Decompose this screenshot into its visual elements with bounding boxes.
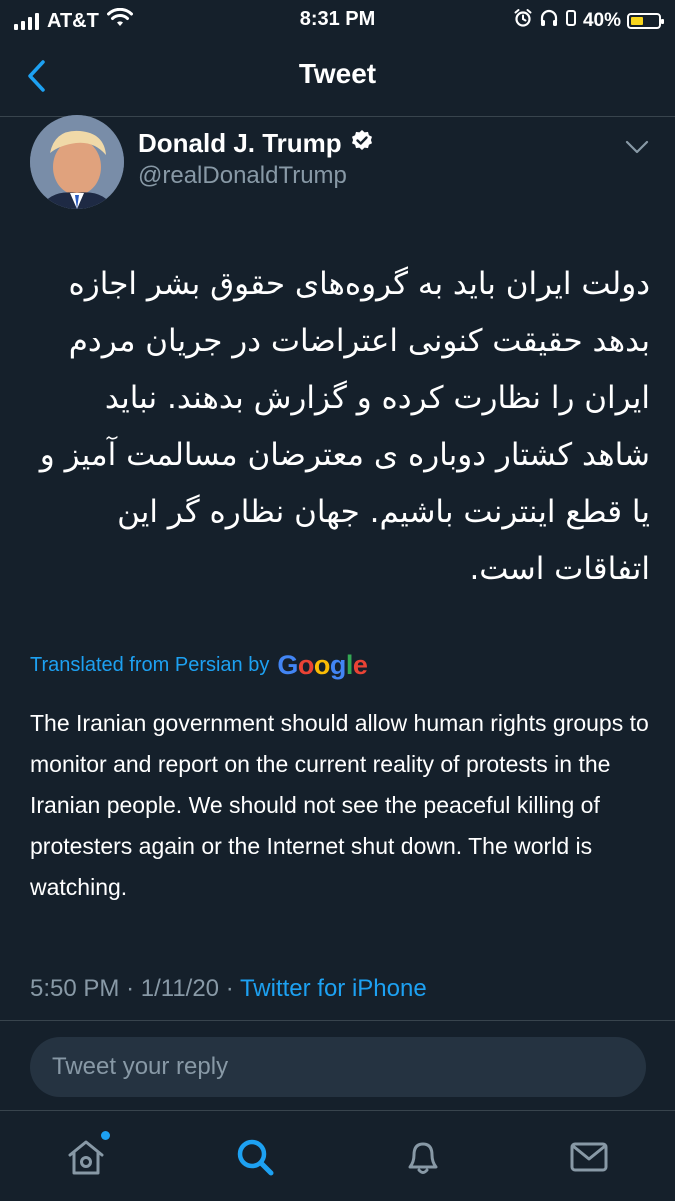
tweet-date: 1/11/20 — [140, 975, 220, 1002]
meta-separator: · — [126, 975, 135, 1002]
tab-search[interactable] — [233, 1135, 277, 1179]
tweet-source-link[interactable]: Twitter for iPhone — [240, 975, 427, 1002]
avatar[interactable] — [30, 115, 124, 209]
search-icon — [237, 1139, 274, 1176]
translated-label: Translated from Persian by — [30, 654, 270, 676]
battery-percent: 40% — [582, 10, 621, 31]
reply-input[interactable]: Tweet your reply — [30, 1037, 646, 1097]
alarm-icon — [513, 8, 533, 34]
author-name-row[interactable]: Donald J. Trump — [138, 128, 374, 159]
google-logo: Google — [277, 650, 368, 680]
battery-icon — [627, 13, 664, 29]
tab-notifications[interactable] — [401, 1135, 445, 1179]
translation-attribution: Translated from Persian by Google — [30, 650, 368, 681]
verified-badge-icon — [350, 129, 374, 158]
header: Tweet — [0, 40, 675, 117]
headphones-icon — [539, 8, 559, 34]
tweet-meta: 5:50 PM · 1/11/20 · Twitter for iPhone — [30, 975, 427, 1003]
tab-messages[interactable] — [567, 1135, 611, 1179]
status-right: 40% — [513, 8, 664, 34]
tab-bar — [0, 1110, 675, 1201]
meta-separator: · — [225, 975, 234, 1002]
tab-home[interactable] — [64, 1131, 110, 1179]
notification-dot — [101, 1131, 110, 1140]
tweet-original-text: دولت ایران باید به گروه‌های حقوق بشر اجا… — [39, 266, 650, 587]
reply-placeholder: Tweet your reply — [52, 1053, 229, 1080]
status-bar: AT&T 8:31 PM 40% — [0, 0, 675, 40]
tweet-options-button[interactable] — [625, 138, 649, 156]
author-name: Donald J. Trump — [138, 128, 342, 158]
bell-icon — [408, 1142, 438, 1174]
orientation-lock-icon — [565, 8, 577, 34]
tweet-time: 5:50 PM — [30, 975, 120, 1002]
mail-icon — [570, 1142, 608, 1172]
chevron-down-icon — [625, 140, 649, 154]
author-handle[interactable]: @realDonaldTrump — [138, 162, 347, 190]
tweet-translation-text: The Iranian government should allow huma… — [30, 710, 649, 900]
home-icon — [68, 1140, 104, 1175]
page-title: Tweet — [298, 58, 377, 89]
divider — [0, 1020, 675, 1021]
